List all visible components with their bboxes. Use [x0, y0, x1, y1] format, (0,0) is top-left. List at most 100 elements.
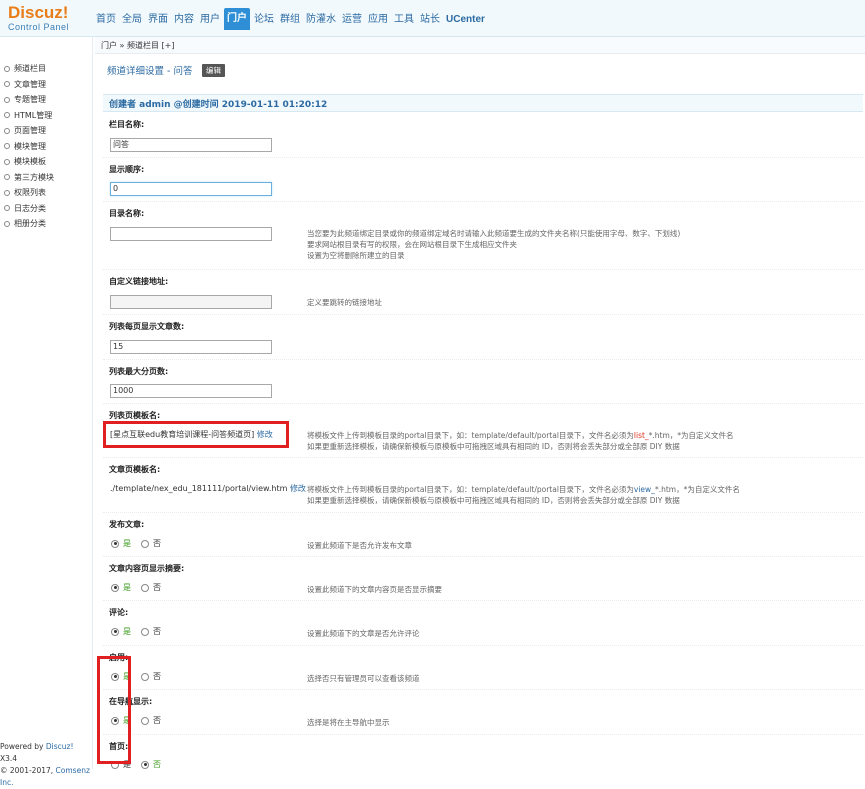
nav-interface[interactable]: 界面: [146, 12, 170, 30]
row-divider: [103, 645, 863, 646]
summary-no-radio[interactable]: [141, 583, 149, 592]
nav-ucenter[interactable]: UCenter: [444, 12, 487, 30]
name-input[interactable]: 问答: [110, 138, 272, 152]
publish-hint: 设置此频道下是否允许发布文章: [307, 541, 412, 550]
row-divider: [103, 734, 863, 735]
listtpl-hint-text: *.htm，*为自定义文件名: [648, 431, 734, 440]
sidebar-item-pages[interactable]: 页面管理: [0, 123, 92, 139]
bullet-icon: [4, 112, 10, 118]
sidebar-item-block-templates[interactable]: 模块模板: [0, 154, 92, 170]
nav-tools[interactable]: 工具: [392, 12, 416, 30]
shownav-no-radio[interactable]: [141, 716, 149, 725]
publish-no-radio[interactable]: [141, 539, 149, 548]
sidebar-item-topics[interactable]: 专题管理: [0, 92, 92, 108]
no-label: 否: [153, 627, 161, 636]
logo-subtitle: Control Panel: [8, 22, 70, 32]
row-divider: [103, 201, 863, 202]
top-header: Discuz! Control Panel 首页 全局 界面 内容 用户 门户 …: [0, 0, 865, 37]
publish-label: 发布文章:: [109, 520, 145, 529]
sidebar-item-blocks[interactable]: 模块管理: [0, 139, 92, 155]
sidebar-item-third-party[interactable]: 第三方模块: [0, 170, 92, 186]
summary-label: 文章内容页显示摘要:: [109, 564, 185, 573]
viewtpl-hint-text: 将模板文件上传到模板目录的portal目录下，如：template/defaul…: [307, 485, 634, 494]
yes-label: 是: [123, 539, 131, 548]
logo[interactable]: Discuz! Control Panel: [8, 4, 88, 32]
comment-label: 评论:: [109, 608, 129, 617]
viewtpl-hint-line2: 如果更重新选择模板，请确保新模板与原模板中可拖拽区域具有相同的 ID，否则将会丢…: [307, 496, 680, 505]
row-divider: [103, 269, 863, 270]
row-divider: [103, 457, 863, 458]
summary-yes-radio[interactable]: [111, 583, 119, 592]
bullet-icon: [4, 143, 10, 149]
annotation-highlight-box: [103, 421, 289, 448]
top-nav: 首页 全局 界面 内容 用户 门户 论坛 群组 防灌水 运营 应用 工具 站长 …: [94, 8, 489, 30]
footer: Powered by Discuz! X3.4 © 2001-2017, Com…: [0, 741, 92, 789]
dir-hint-line: 当您要为此频道绑定目录或你的频道绑定域名时请输入此频道要生成的文件夹名称(只能使…: [307, 229, 681, 238]
sidebar-item-channel[interactable]: 频道栏目: [0, 61, 92, 77]
logo-text: Discuz!: [8, 3, 69, 22]
maxpage-input[interactable]: 1000: [110, 384, 272, 398]
publish-yes-radio[interactable]: [111, 539, 119, 548]
bullet-icon: [4, 220, 10, 227]
listtpl-hint: 将模板文件上传到模板目录的portal目录下，如：template/defaul…: [307, 430, 734, 452]
bullet-icon: [4, 158, 10, 165]
publish-radio-group: 是 否: [111, 538, 171, 549]
viewtpl-label: 文章页模板名:: [109, 465, 161, 474]
summary-radio-group: 是 否: [111, 582, 171, 593]
sidebar-item-blog-category[interactable]: 日志分类: [0, 201, 92, 217]
meta-info: 创建者 admin @创建时间 2019-01-11 01:20:12: [109, 100, 328, 110]
perpage-input[interactable]: 15: [110, 340, 272, 354]
sidebar-item-label: 页面管理: [14, 126, 46, 135]
edit-button[interactable]: 编辑: [202, 64, 225, 77]
summary-hint: 设置此频道下的文章内容页是否显示摘要: [307, 585, 442, 594]
viewtpl-value: ./template/nex_edu_181111/portal/view.ht…: [110, 483, 306, 494]
order-input[interactable]: 0: [110, 182, 272, 196]
sidebar-item-label: 频道栏目: [14, 64, 46, 73]
listtpl-label: 列表页模板名:: [109, 411, 161, 420]
dir-hint-line: 要求网站根目录有写的权限，会在网站根目录下生成相应文件夹: [307, 240, 517, 249]
open-hint: 选择否只有管理员可以查看该频道: [307, 674, 420, 683]
nav-home[interactable]: 首页: [94, 12, 118, 30]
dir-input[interactable]: [110, 227, 272, 241]
url-hint: 定义要跳转的链接地址: [307, 298, 382, 307]
no-label: 否: [153, 716, 161, 725]
nav-antispam[interactable]: 防灌水: [304, 12, 338, 30]
row-divider: [103, 359, 863, 360]
sidebar-item-label: 权限列表: [14, 188, 46, 197]
page-title: 频道详细设置 - 问答: [107, 66, 193, 77]
open-no-radio[interactable]: [141, 672, 149, 681]
yes-label: 是: [123, 627, 131, 636]
viewtpl-edit-link[interactable]: 修改: [290, 484, 306, 493]
sidebar-menu: 频道栏目 文章管理 专题管理 HTML管理 页面管理 模块管理 模块模板 第三方…: [0, 61, 92, 232]
nav-global[interactable]: 全局: [120, 12, 144, 30]
nav-forum[interactable]: 论坛: [252, 12, 276, 30]
sidebar-item-html[interactable]: HTML管理: [0, 108, 92, 124]
no-label: 否: [153, 672, 161, 681]
row-divider: [103, 689, 863, 690]
nav-founder[interactable]: 站长: [418, 12, 442, 30]
bullet-icon: [4, 189, 10, 196]
listtpl-hint-key: list_: [633, 431, 649, 440]
nav-group[interactable]: 群组: [278, 12, 302, 30]
nav-portal[interactable]: 门户: [224, 8, 250, 30]
nav-apps[interactable]: 应用: [366, 12, 390, 30]
sidebar-item-articles[interactable]: 文章管理: [0, 77, 92, 93]
sidebar-item-label: 第三方模块: [14, 172, 54, 182]
breadcrumb-text[interactable]: 门户 » 频道栏目 [+]: [101, 40, 174, 51]
nav-user[interactable]: 用户: [198, 12, 222, 30]
nav-operation[interactable]: 运营: [340, 12, 364, 30]
comment-yes-radio[interactable]: [111, 627, 119, 636]
bullet-icon: [4, 127, 10, 134]
sidebar-item-permissions[interactable]: 权限列表: [0, 185, 92, 201]
home-no-radio[interactable]: [141, 760, 149, 769]
viewtpl-hint-text: *.htm，*为自定义文件名: [654, 485, 740, 494]
viewtpl-hint-key: view_: [633, 485, 655, 494]
comment-no-radio[interactable]: [141, 627, 149, 636]
no-label: 否: [153, 760, 161, 769]
footer-brand-link[interactable]: Discuz!: [46, 742, 74, 751]
perpage-label: 列表每页显示文章数:: [109, 322, 185, 331]
url-input[interactable]: [110, 295, 272, 309]
sidebar-item-album-category[interactable]: 相册分类: [0, 216, 92, 232]
nav-content[interactable]: 内容: [172, 12, 196, 30]
annotation-highlight-box: [97, 656, 131, 764]
